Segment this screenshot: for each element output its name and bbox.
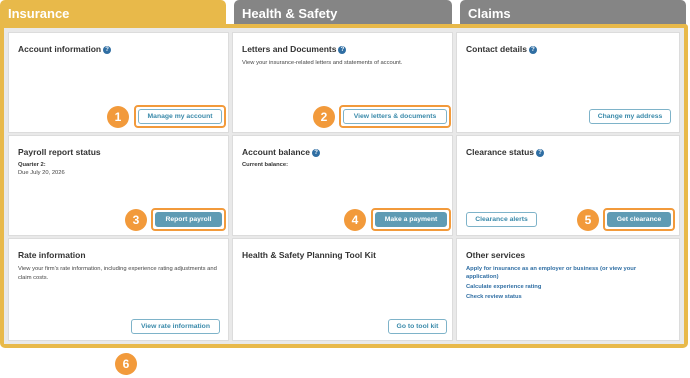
card-description: View your insurance-related letters and … [242, 60, 403, 66]
report-payroll-button[interactable]: Report payroll [155, 212, 222, 227]
calculate-experience-rating-link[interactable]: Calculate experience rating [466, 283, 666, 291]
tab-label: Insurance [8, 6, 70, 21]
clearance-status-card: Clearance status? Clearance alerts Get c… [456, 135, 680, 236]
card-title: Account balance? [242, 147, 321, 157]
get-clearance-button[interactable]: Get clearance [607, 212, 671, 227]
callout-badge-6: 6 [115, 353, 137, 375]
go-to-tool-kit-button[interactable]: Go to tool kit [388, 319, 447, 334]
contact-details-card: Contact details? Change my address [456, 32, 680, 133]
insurance-panel: Account information? Manage my account 1… [0, 24, 688, 348]
callout-badge-1: 1 [107, 106, 129, 128]
make-a-payment-button[interactable]: Make a payment [375, 212, 447, 227]
rate-information-card: Rate information View your firm's rate i… [8, 238, 229, 341]
due-date: Due July 20, 2026 [18, 170, 65, 176]
view-letters-documents-button[interactable]: View letters & documents [343, 109, 447, 124]
change-my-address-button[interactable]: Change my address [589, 109, 671, 124]
help-icon[interactable]: ? [312, 149, 321, 157]
apply-insurance-link[interactable]: Apply for insurance as an employer or bu… [466, 265, 666, 281]
tab-claims[interactable]: Claims [460, 0, 686, 26]
quarter-label: Quarter 2: [18, 162, 46, 168]
callout-badge-5: 5 [577, 209, 599, 231]
tool-kit-card: Health & Safety Planning Tool Kit Go to … [232, 238, 453, 341]
card-title: Other services [466, 250, 526, 260]
card-title: Health & Safety Planning Tool Kit [242, 250, 376, 260]
other-services-card: Other services Apply for insurance as an… [456, 238, 680, 341]
callout-badge-3: 3 [125, 209, 147, 231]
help-icon[interactable]: ? [528, 46, 537, 54]
callout-badge-4: 4 [344, 209, 366, 231]
card-title: Rate information [18, 250, 86, 260]
view-rate-information-button[interactable]: View rate information [131, 319, 220, 334]
manage-my-account-button[interactable]: Manage my account [138, 109, 222, 124]
check-review-status-link[interactable]: Check review status [466, 293, 666, 301]
card-grid: Account information? Manage my account 1… [4, 28, 684, 344]
card-title: Contact details? [466, 44, 537, 54]
tab-health-safety[interactable]: Health & Safety [234, 0, 452, 26]
help-icon[interactable]: ? [103, 46, 112, 54]
account-information-card: Account information? Manage my account 1 [8, 32, 229, 133]
callout-badge-2: 2 [313, 106, 335, 128]
help-icon[interactable]: ? [536, 149, 545, 157]
card-description: View your firm's rate information, inclu… [18, 266, 217, 281]
payroll-report-status-card: Payroll report status Quarter 2: Due Jul… [8, 135, 229, 236]
help-icon[interactable]: ? [338, 46, 347, 54]
tab-label: Claims [468, 6, 511, 21]
clearance-alerts-button[interactable]: Clearance alerts [466, 212, 537, 227]
card-title: Payroll report status [18, 147, 101, 157]
card-title: Clearance status? [466, 147, 545, 157]
card-title: Account information? [18, 44, 112, 54]
card-title: Letters and Documents? [242, 44, 347, 54]
account-balance-card: Account balance? Current balance: Make a… [232, 135, 453, 236]
letters-documents-card: Letters and Documents? View your insuran… [232, 32, 453, 133]
current-balance-label: Current balance: [242, 162, 289, 168]
tab-label: Health & Safety [242, 6, 338, 21]
